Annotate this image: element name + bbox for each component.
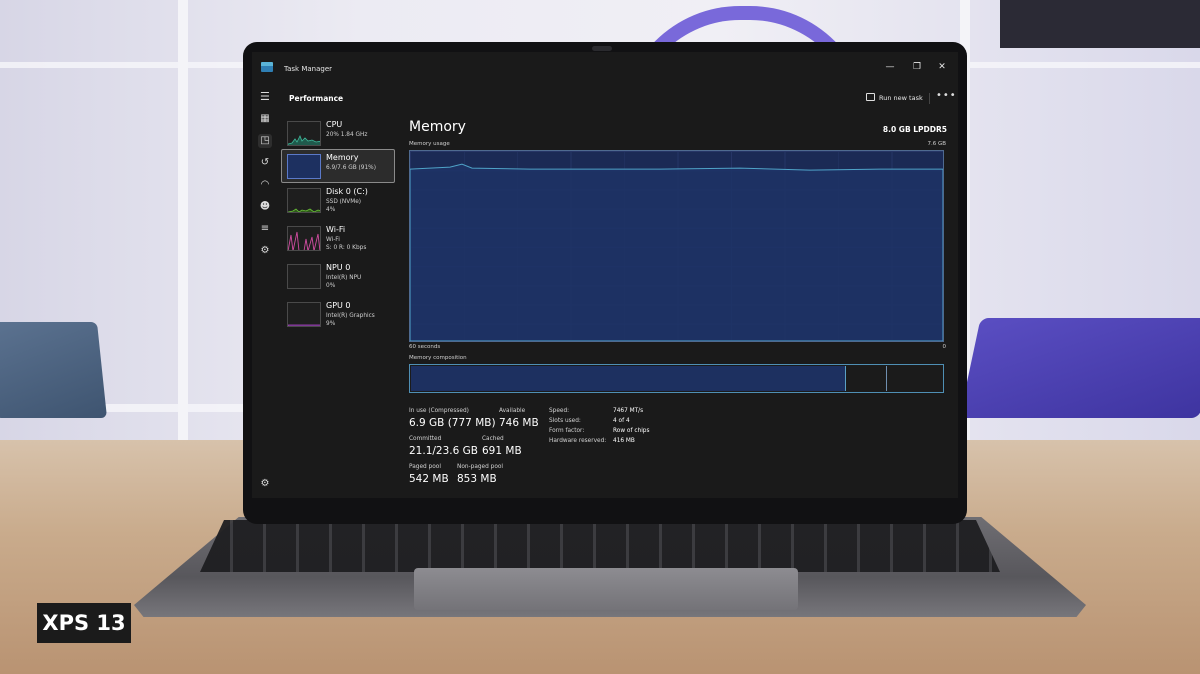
resource-name: Disk 0 (C:): [326, 187, 368, 196]
hamburger-icon[interactable]: ☰: [260, 90, 270, 103]
composition-modified: [847, 366, 887, 391]
available-value: 746 MB: [499, 417, 539, 429]
memory-usage-graph: [409, 150, 944, 342]
shelf-post: [178, 0, 188, 440]
resource-detail: 6.9/7.6 GB (91%): [326, 165, 376, 171]
page-title: Performance: [289, 94, 344, 103]
resource-item-gpu[interactable]: GPU 0 Intel(R) Graphics 9%: [281, 297, 395, 331]
more-options-button[interactable]: •••: [936, 90, 957, 101]
resource-detail: Intel(R) NPU: [326, 275, 362, 281]
composition-in-use: [411, 366, 846, 391]
services-icon[interactable]: ⚙: [258, 244, 272, 258]
page-header: ☰ Performance Run new task •••: [252, 84, 958, 112]
memory-total: 8.0 GB LPDDR5: [882, 125, 947, 134]
window-title: Task Manager: [284, 65, 333, 73]
npu-thumbnail: [287, 264, 321, 289]
memory-composition-bar: [409, 364, 944, 393]
wifi-thumbnail: [287, 226, 321, 251]
in-use-label: In use (Compressed): [409, 408, 469, 414]
resource-item-cpu[interactable]: CPU 20% 1.84 GHz: [281, 116, 395, 150]
resource-detail: 4%: [326, 207, 336, 213]
available-label: Available: [499, 408, 526, 414]
memory-usage-line: [410, 163, 943, 341]
committed-value: 21.1/23.6 GB: [409, 445, 478, 457]
resource-detail: Wi-Fi: [326, 237, 340, 243]
run-new-task-button[interactable]: Run new task: [866, 93, 923, 102]
committed-label: Committed: [409, 436, 442, 442]
maximize-button[interactable]: ❐: [909, 60, 925, 74]
run-new-task-label: Run new task: [879, 94, 923, 102]
title-bar[interactable]: Task Manager — ❐ ✕: [252, 52, 958, 84]
resource-item-wifi[interactable]: Wi-Fi Wi-Fi S: 0 R: 0 Kbps: [281, 221, 395, 255]
slots-used-label: Slots used:: [549, 418, 581, 424]
model-badge: XPS 13: [37, 603, 131, 643]
form-factor-value: Row of chips: [613, 428, 650, 434]
minimize-button[interactable]: —: [882, 60, 898, 74]
non-paged-pool-value: 853 MB: [457, 473, 497, 485]
memory-thumbnail: [287, 154, 321, 179]
resource-name: CPU: [326, 120, 343, 129]
background-box: [1000, 0, 1200, 48]
memory-panel: Memory 8.0 GB LPDDR5 Memory usage 7.6 GB…: [409, 112, 949, 498]
in-use-value: 6.9 GB (777 MB): [409, 417, 496, 429]
memory-usage-max: 7.6 GB: [927, 141, 946, 147]
performance-icon[interactable]: ◳: [258, 134, 272, 148]
speed-label: Speed:: [549, 408, 570, 414]
background-laptop: [959, 318, 1200, 418]
laptop-trackpad: [414, 568, 798, 610]
memory-usage-label: Memory usage: [409, 141, 450, 147]
task-manager-window: Task Manager — ❐ ✕ ☰ Performance Run new…: [252, 52, 958, 498]
background-laptop: [0, 322, 108, 418]
laptop-keyboard: [200, 520, 1000, 572]
speed-value: 7467 MT/s: [613, 408, 644, 414]
cached-label: Cached: [482, 436, 504, 442]
resource-item-npu[interactable]: NPU 0 Intel(R) NPU 0%: [281, 259, 395, 293]
memory-title: Memory: [409, 119, 466, 135]
header-divider: [929, 93, 930, 104]
cached-value: 691 MB: [482, 445, 522, 457]
resource-item-disk[interactable]: Disk 0 (C:) SSD (NVMe) 4%: [281, 183, 395, 217]
slots-used-value: 4 of 4: [613, 418, 630, 424]
resource-detail: 20% 1.84 GHz: [326, 132, 368, 138]
close-button[interactable]: ✕: [934, 60, 950, 74]
resource-detail: Intel(R) Graphics: [326, 313, 375, 319]
resource-name: Memory: [326, 153, 359, 162]
startup-apps-icon[interactable]: ◠: [258, 178, 272, 192]
resource-detail: S: 0 R: 0 Kbps: [326, 245, 367, 251]
gpu-thumbnail: [287, 302, 321, 327]
non-paged-pool-label: Non-paged pool: [457, 464, 504, 470]
details-icon[interactable]: ≡: [258, 222, 272, 236]
hardware-reserved-label: Hardware reserved:: [549, 438, 607, 444]
resource-name: NPU 0: [326, 263, 351, 272]
resource-item-memory[interactable]: Memory 6.9/7.6 GB (91%): [281, 149, 395, 183]
run-task-icon: [866, 93, 875, 101]
webcam: [592, 46, 612, 51]
paged-pool-label: Paged pool: [409, 464, 441, 470]
gpu-sparkline: [288, 324, 320, 326]
form-factor-label: Form factor:: [549, 428, 585, 434]
settings-icon[interactable]: ⚙: [258, 477, 272, 491]
cpu-sparkline: [288, 135, 320, 145]
resource-name: GPU 0: [326, 301, 351, 310]
resource-name: Wi-Fi: [326, 225, 346, 234]
hardware-reserved-value: 416 MB: [613, 438, 635, 444]
graph-x-left-label: 60 seconds: [409, 344, 441, 350]
processes-icon[interactable]: ▦: [258, 112, 272, 126]
graph-x-right-label: 0: [942, 344, 947, 350]
task-manager-icon: [261, 62, 273, 72]
navigation-rail: ▦ ◳ ↺ ◠ ☻ ≡ ⚙ ⚙: [252, 112, 278, 498]
memory-composition-label: Memory composition: [409, 355, 467, 361]
resource-detail: 9%: [326, 321, 336, 327]
resource-detail: 0%: [326, 283, 336, 289]
resource-detail: SSD (NVMe): [326, 199, 362, 205]
wifi-sparkline: [288, 231, 320, 250]
users-icon[interactable]: ☻: [258, 200, 272, 214]
app-history-icon[interactable]: ↺: [258, 156, 272, 170]
paged-pool-value: 542 MB: [409, 473, 449, 485]
disk-thumbnail: [287, 188, 321, 213]
disk-sparkline: [288, 208, 320, 212]
cpu-thumbnail: [287, 121, 321, 146]
